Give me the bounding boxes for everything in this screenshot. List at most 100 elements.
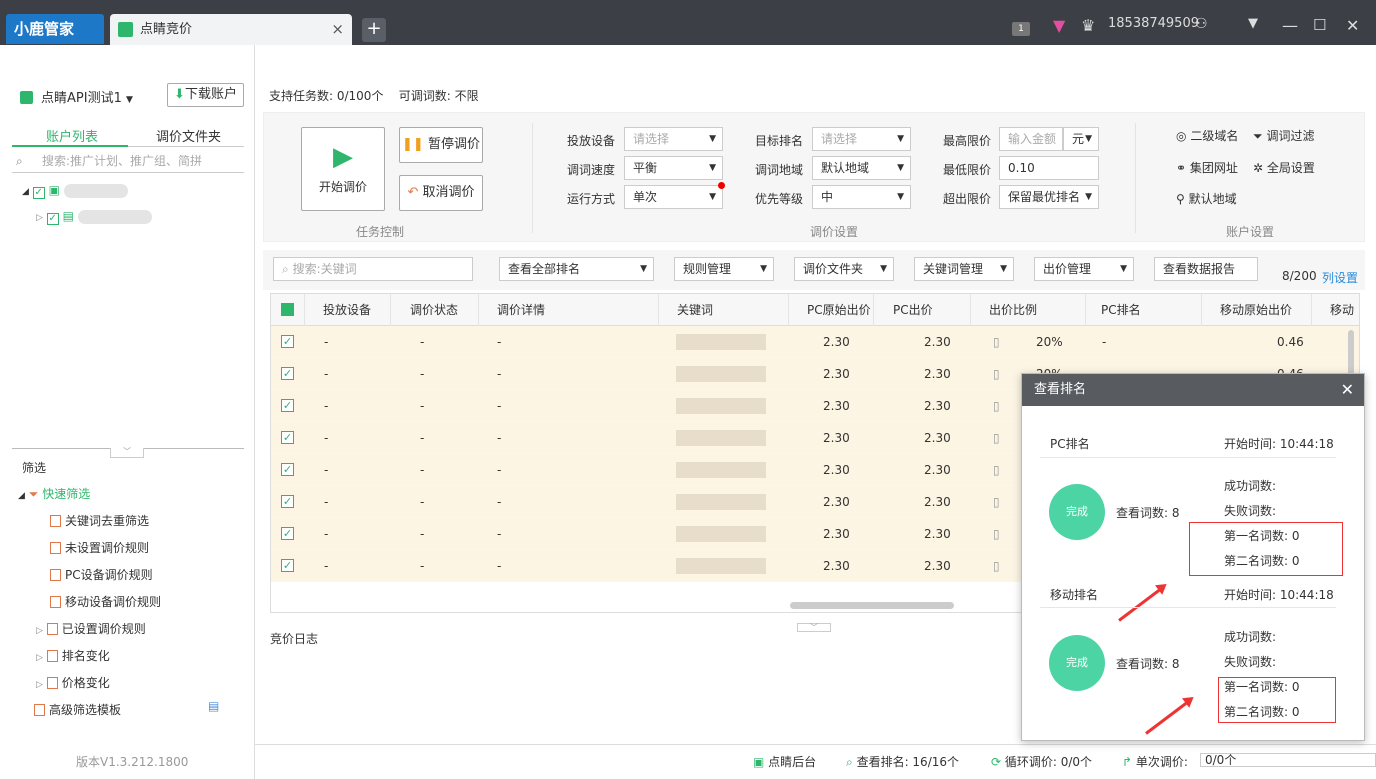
- checkbox[interactable]: ✓: [46, 213, 59, 225]
- start-bid-button[interactable]: ▶ 开始调价: [301, 127, 385, 211]
- max-input[interactable]: 输入金额: [999, 127, 1063, 151]
- filter-pc-rule[interactable]: PC设备调价规则: [50, 566, 153, 583]
- unit-select[interactable]: 元 ▼: [1063, 127, 1099, 151]
- tree-node-plan[interactable]: ▷ ✓ ▤: [36, 209, 152, 225]
- cell-status: -: [420, 559, 425, 573]
- priority-label: 优先等级: [755, 192, 804, 206]
- keyword-manage-select[interactable]: 关键词管理 ▼: [914, 257, 1014, 281]
- dialog-header: 查看排名 ✕: [1022, 374, 1364, 406]
- cell-detail: -: [497, 399, 502, 413]
- bid-manage-select[interactable]: 出价管理 ▼: [1034, 257, 1134, 281]
- user-settings-icon[interactable]: ⚇: [1195, 16, 1208, 32]
- window-close-icon[interactable]: ✕: [1346, 16, 1359, 35]
- region-select[interactable]: 默认地域 ▼: [812, 156, 911, 180]
- word-filter-link[interactable]: ⏷ 调词过滤: [1253, 127, 1314, 144]
- filter-no-rule[interactable]: 未设置调价规则: [50, 539, 149, 556]
- row-checkbox[interactable]: ✓: [281, 431, 294, 444]
- subdomain-link[interactable]: ◎ 二级域名: [1176, 127, 1238, 144]
- message-badge[interactable]: 1: [1012, 22, 1030, 36]
- bid-folder-select[interactable]: 调价文件夹 ▼: [794, 257, 894, 281]
- speed-select[interactable]: 平衡 ▼: [624, 156, 723, 180]
- select-all-checkbox[interactable]: [281, 303, 294, 316]
- menu-dropdown-icon[interactable]: ▼: [1248, 16, 1258, 31]
- global-settings-link[interactable]: ✲ 全局设置: [1253, 159, 1315, 176]
- mobile-device-icon: ▯: [993, 335, 1000, 349]
- blurred-keyword: [676, 398, 766, 414]
- backend-link[interactable]: ▣ 点睛后台: [753, 753, 816, 770]
- target-select[interactable]: 请选择 ▼: [812, 127, 911, 151]
- cell-detail: -: [497, 527, 502, 541]
- default-region-link[interactable]: ⚲ 默认地域: [1176, 190, 1237, 207]
- group-account-settings: 账户设置: [1226, 225, 1275, 239]
- filter-has-rule[interactable]: ▷ 已设置调价规则: [36, 620, 146, 637]
- data-report-button[interactable]: 查看数据报告: [1154, 257, 1258, 281]
- min-label: 最低限价: [943, 163, 992, 177]
- tab-dianjing[interactable]: 点睛竞价 ×: [110, 14, 352, 45]
- column-settings-link[interactable]: 列设置: [1322, 269, 1358, 286]
- tab-account-list[interactable]: 账户列表: [46, 126, 98, 145]
- row-checkbox[interactable]: ✓: [281, 367, 294, 380]
- cancel-bid-button[interactable]: ↶ 取消调价: [399, 175, 483, 211]
- tab-close-icon[interactable]: ×: [331, 14, 344, 45]
- account-selector[interactable]: 点睛API测试1 ▼: [20, 87, 133, 106]
- divider: [532, 123, 533, 233]
- row-checkbox[interactable]: ✓: [281, 559, 294, 572]
- pause-bid-button[interactable]: ❚❚ 暂停调价: [399, 127, 483, 163]
- add-template-icon[interactable]: ▤: [208, 699, 219, 713]
- cell-pc_orig: 2.30: [823, 431, 850, 445]
- blurred-keyword: [676, 494, 766, 510]
- row-checkbox[interactable]: ✓: [281, 495, 294, 508]
- funnel-icon: ⏷: [1253, 129, 1263, 143]
- filter-dedupe[interactable]: 关键词去重筛选: [50, 512, 149, 529]
- row-checkbox[interactable]: ✓: [281, 463, 294, 476]
- doc-icon: [50, 569, 61, 581]
- row-checkbox[interactable]: ✓: [281, 399, 294, 412]
- view-rank-select[interactable]: 查看全部排名 ▼: [499, 257, 654, 281]
- cell-pc_orig: 2.30: [823, 367, 850, 381]
- horizontal-scrollbar[interactable]: [790, 602, 954, 609]
- cell-detail: -: [497, 367, 502, 381]
- group-site-link[interactable]: ⚭ 集团网址: [1176, 159, 1238, 176]
- pc-view-count: 查看词数: 8: [1116, 506, 1180, 520]
- collapse-handle[interactable]: ﹀: [110, 448, 144, 458]
- filter-mobile-rule[interactable]: 移动设备调价规则: [50, 593, 161, 610]
- cell-pc_orig: 2.30: [823, 463, 850, 477]
- tree-node-account[interactable]: ◢ ✓ ▣: [22, 183, 128, 199]
- min-input[interactable]: 0.10: [999, 156, 1099, 180]
- device-select[interactable]: 请选择 ▼: [624, 127, 723, 151]
- quick-filter[interactable]: ◢ ⏷ 快速筛选: [18, 485, 90, 502]
- device-label: 投放设备: [567, 134, 616, 148]
- mobile-first-count: 第一名词数: 0: [1224, 680, 1300, 694]
- col-mobile: 移动: [1330, 303, 1355, 317]
- filter-rank-change[interactable]: ▷ 排名变化: [36, 647, 110, 664]
- keyword-search-input[interactable]: ⌕ 搜索:关键词: [273, 257, 473, 281]
- close-icon[interactable]: ✕: [1341, 374, 1354, 406]
- tab-bid-folder[interactable]: 调价文件夹: [156, 126, 221, 145]
- group-bid-settings: 调价设置: [810, 225, 859, 239]
- row-checkbox[interactable]: ✓: [281, 335, 294, 348]
- loop-status[interactable]: ⟳ 循环调价: 0/0个: [991, 753, 1092, 770]
- cell-pc_orig: 2.30: [823, 527, 850, 541]
- download-account-button[interactable]: ⬇下载账户: [167, 83, 244, 107]
- row-checkbox[interactable]: ✓: [281, 527, 294, 540]
- checkbox[interactable]: ✓: [32, 187, 45, 199]
- priority-select[interactable]: 中 ▼: [812, 185, 911, 209]
- cell-pc_orig: 2.30: [823, 399, 850, 413]
- log-collapse-handle[interactable]: ﹀: [797, 623, 831, 632]
- advanced-filter-template[interactable]: 高级筛选模板: [34, 701, 121, 718]
- single-status[interactable]: ↱ 单次调价:: [1122, 753, 1188, 770]
- account-icon: ▣: [48, 183, 60, 197]
- minimize-icon[interactable]: —: [1282, 16, 1298, 35]
- download-icon: ⬇: [174, 87, 185, 102]
- rank-status[interactable]: ⌕ 查看排名: 16/16个: [846, 753, 959, 770]
- new-tab-button[interactable]: +: [362, 18, 386, 42]
- table-row[interactable]: ✓ - - - 2.30 2.30 ▯ 20% - 0.46: [271, 326, 1359, 358]
- app-logo: 小鹿管家: [6, 14, 104, 44]
- mode-select[interactable]: 单次 ▼: [624, 185, 723, 209]
- version-label: 版本V1.3.212.1800: [76, 755, 189, 769]
- filter-price-change[interactable]: ▷ 价格变化: [36, 674, 110, 691]
- over-select[interactable]: 保留最优排名 ▼: [999, 185, 1099, 209]
- maximize-icon[interactable]: ☐: [1313, 16, 1326, 34]
- rule-manage-select[interactable]: 规则管理 ▼: [674, 257, 774, 281]
- tree-search-input[interactable]: ⌕ 搜索:推广计划、推广组、简拼: [12, 149, 244, 173]
